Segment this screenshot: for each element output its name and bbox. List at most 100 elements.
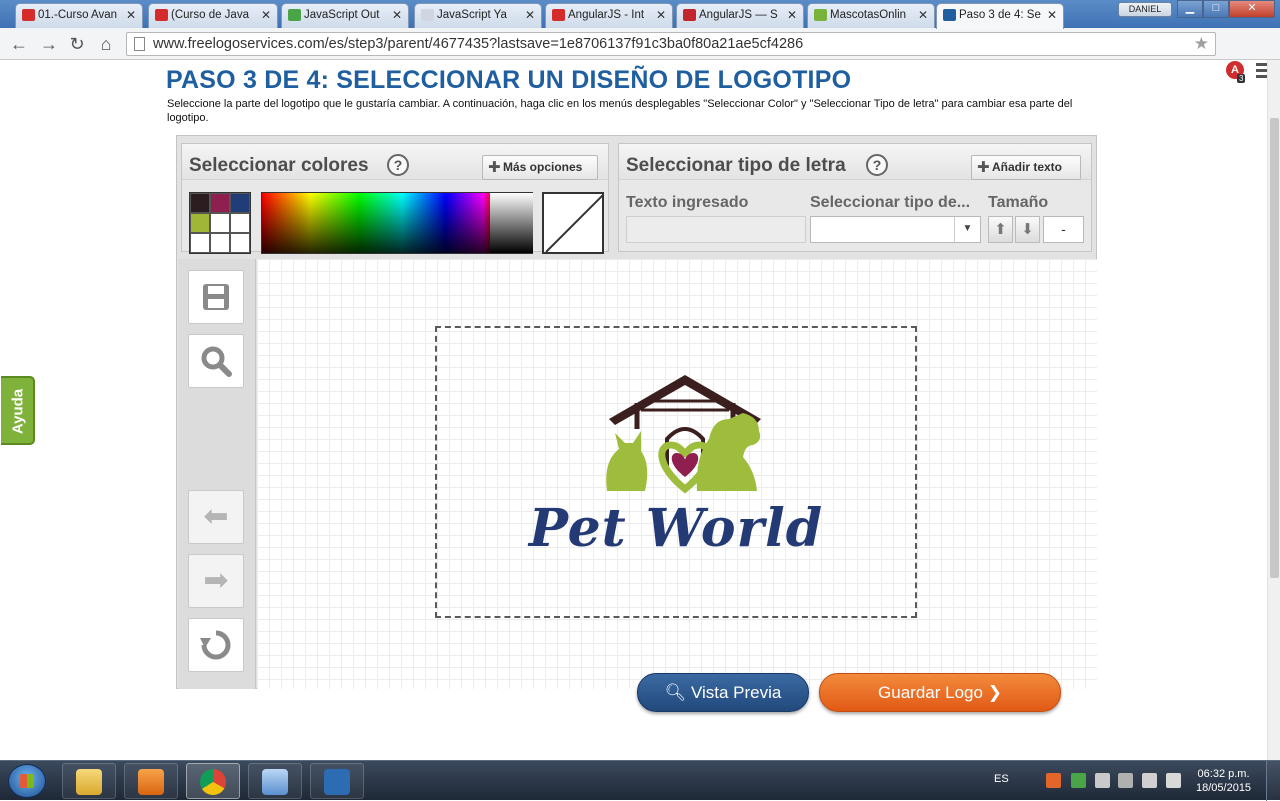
page-scrollbar[interactable] xyxy=(1267,60,1280,760)
browser-toolbar: ← → ↻ ⌂ www.freelogoservices.com/es/step… xyxy=(0,28,1280,83)
tab-label: JavaScript Ya xyxy=(437,9,507,21)
close-tab-icon[interactable]: ✕ xyxy=(1047,4,1057,26)
more-options-label: Más opciones xyxy=(503,160,583,174)
close-tab-icon[interactable]: ✕ xyxy=(918,4,928,26)
home-icon[interactable]: ⌂ xyxy=(95,33,117,55)
arrow-left-icon: ⬅ xyxy=(203,500,229,533)
colors-panel-title: Seleccionar colores xyxy=(189,155,369,176)
maximize-button[interactable]: □ xyxy=(1203,0,1229,18)
color-swatch[interactable] xyxy=(230,233,250,253)
clock-date: 18/05/2015 xyxy=(1196,782,1252,794)
volume-icon[interactable] xyxy=(1166,773,1181,788)
help-side-tab[interactable]: Ayuda xyxy=(1,376,35,445)
bookmark-star-icon[interactable]: ★ xyxy=(1194,34,1209,54)
tray-network-icon[interactable] xyxy=(1118,773,1133,788)
undo-arrow-button[interactable]: ⬅ xyxy=(188,490,244,544)
browser-tab[interactable]: AngularJS — S ✕ xyxy=(676,3,804,28)
browser-tab[interactable]: JavaScript Ya ✕ xyxy=(414,3,542,28)
taskbar-explorer[interactable] xyxy=(62,763,116,799)
start-button[interactable] xyxy=(8,764,46,798)
page-title: PASO 3 DE 4: SELECCIONAR UN DISEÑO DE LO… xyxy=(166,66,852,94)
help-icon[interactable]: ? xyxy=(387,154,409,176)
entered-text-input[interactable] xyxy=(626,216,806,243)
font-select[interactable]: ▼ xyxy=(810,216,981,243)
color-spectrum-picker[interactable] xyxy=(261,192,533,254)
color-swatch[interactable] xyxy=(230,193,250,213)
taskbar-brackets[interactable] xyxy=(310,763,364,799)
window-user-badge[interactable]: DANIEL xyxy=(1118,2,1172,17)
design-canvas[interactable]: Pet World xyxy=(257,259,1097,689)
arrow-right-icon: ➡ xyxy=(203,564,229,597)
arrow-down-icon: ⬇ xyxy=(1021,221,1034,238)
close-tab-icon[interactable]: ✕ xyxy=(261,4,271,26)
tray-flag-icon[interactable] xyxy=(1095,773,1110,788)
reset-button[interactable] xyxy=(188,618,244,672)
tab-label: AngularJS — S xyxy=(699,9,778,21)
chevron-right-icon: ❯ xyxy=(987,683,1002,702)
back-icon[interactable]: ← xyxy=(8,33,30,55)
show-desktop-button[interactable] xyxy=(1266,761,1280,801)
tab-label: JavaScript Out xyxy=(304,9,380,21)
magnifier-icon xyxy=(201,346,232,377)
chevron-down-icon[interactable]: ▼ xyxy=(954,217,980,242)
page-info-icon[interactable] xyxy=(134,37,145,51)
browser-tab[interactable]: AngularJS - Int ✕ xyxy=(545,3,673,28)
forward-icon[interactable]: → xyxy=(38,33,60,55)
help-icon[interactable]: ? xyxy=(866,154,888,176)
refresh-icon xyxy=(200,630,231,660)
close-tab-icon[interactable]: ✕ xyxy=(392,4,402,26)
system-clock[interactable]: 06:32 p.m. 18/05/2015 xyxy=(1196,767,1251,795)
page-description: Seleccione la parte del logotipo que le … xyxy=(167,98,1073,124)
save-disk-button[interactable] xyxy=(188,270,244,324)
address-bar[interactable]: www.freelogoservices.com/es/step3/parent… xyxy=(126,32,1216,56)
browser-tab[interactable]: 01.-Curso Avan ✕ xyxy=(15,3,143,28)
browser-tab-active[interactable]: Paso 3 de 4: Se ✕ xyxy=(936,3,1064,29)
color-swatch[interactable] xyxy=(210,213,230,233)
minimize-button[interactable]: ▁ xyxy=(1177,0,1203,18)
taskbar-virtualbox[interactable] xyxy=(248,763,302,799)
language-indicator[interactable]: ES xyxy=(994,773,1009,785)
font-panel-header: Seleccionar tipo de letra ? ✚ Añadir tex… xyxy=(619,144,1091,180)
close-tab-icon[interactable]: ✕ xyxy=(787,4,797,26)
logo-editor: Seleccionar colores ? ✚ Más opciones Sel… xyxy=(176,135,1097,689)
browser-tab[interactable]: JavaScript Out ✕ xyxy=(281,3,409,28)
tray-sync-icon[interactable] xyxy=(1071,773,1086,788)
tab-label: 01.-Curso Avan xyxy=(38,9,118,21)
save-logo-button[interactable]: Guardar Logo ❯ xyxy=(819,673,1061,712)
browser-tab[interactable]: (Curso de Java ✕ xyxy=(148,3,278,28)
brand-name-text[interactable]: Pet World xyxy=(437,498,915,559)
close-tab-icon[interactable]: ✕ xyxy=(656,4,666,26)
color-swatch[interactable] xyxy=(190,233,210,253)
color-swatch[interactable] xyxy=(190,193,210,213)
close-tab-icon[interactable]: ✕ xyxy=(126,4,136,26)
size-up-button[interactable]: ⬆ xyxy=(988,216,1013,243)
more-options-button[interactable]: ✚ Más opciones xyxy=(482,155,598,180)
brackets-icon xyxy=(324,769,350,795)
youtube-icon xyxy=(155,9,168,21)
color-swatch[interactable] xyxy=(190,213,210,233)
reload-icon[interactable]: ↻ xyxy=(66,33,88,55)
taskbar-media-player[interactable] xyxy=(124,763,178,799)
scrollbar-thumb[interactable] xyxy=(1270,118,1279,578)
add-text-button[interactable]: ✚ Añadir texto xyxy=(971,155,1081,180)
close-window-button[interactable]: ✕ xyxy=(1229,0,1275,18)
browser-tab[interactable]: MascotasOnlin ✕ xyxy=(807,3,935,28)
color-swatch[interactable] xyxy=(230,213,250,233)
logo-selection-box[interactable]: Pet World xyxy=(435,326,917,618)
preview-label: Vista Previa xyxy=(690,683,782,702)
preview-button[interactable]: 🔍︎ Vista Previa xyxy=(637,673,809,712)
zoom-button[interactable] xyxy=(188,334,244,388)
taskbar-chrome[interactable] xyxy=(186,763,240,799)
tab-label: (Curso de Java xyxy=(171,9,249,21)
pet-house-logo-icon[interactable] xyxy=(597,361,773,501)
size-value-field[interactable]: - xyxy=(1043,216,1084,243)
size-down-button[interactable]: ⬇ xyxy=(1015,216,1040,243)
color-swatch[interactable] xyxy=(210,193,230,213)
url-text: www.freelogoservices.com/es/step3/parent… xyxy=(153,36,804,52)
tray-app-icon[interactable] xyxy=(1046,773,1061,788)
no-color-swatch[interactable] xyxy=(542,192,604,254)
color-swatch[interactable] xyxy=(210,233,230,253)
signal-icon[interactable] xyxy=(1142,773,1157,788)
close-tab-icon[interactable]: ✕ xyxy=(525,4,535,26)
redo-arrow-button[interactable]: ➡ xyxy=(188,554,244,608)
